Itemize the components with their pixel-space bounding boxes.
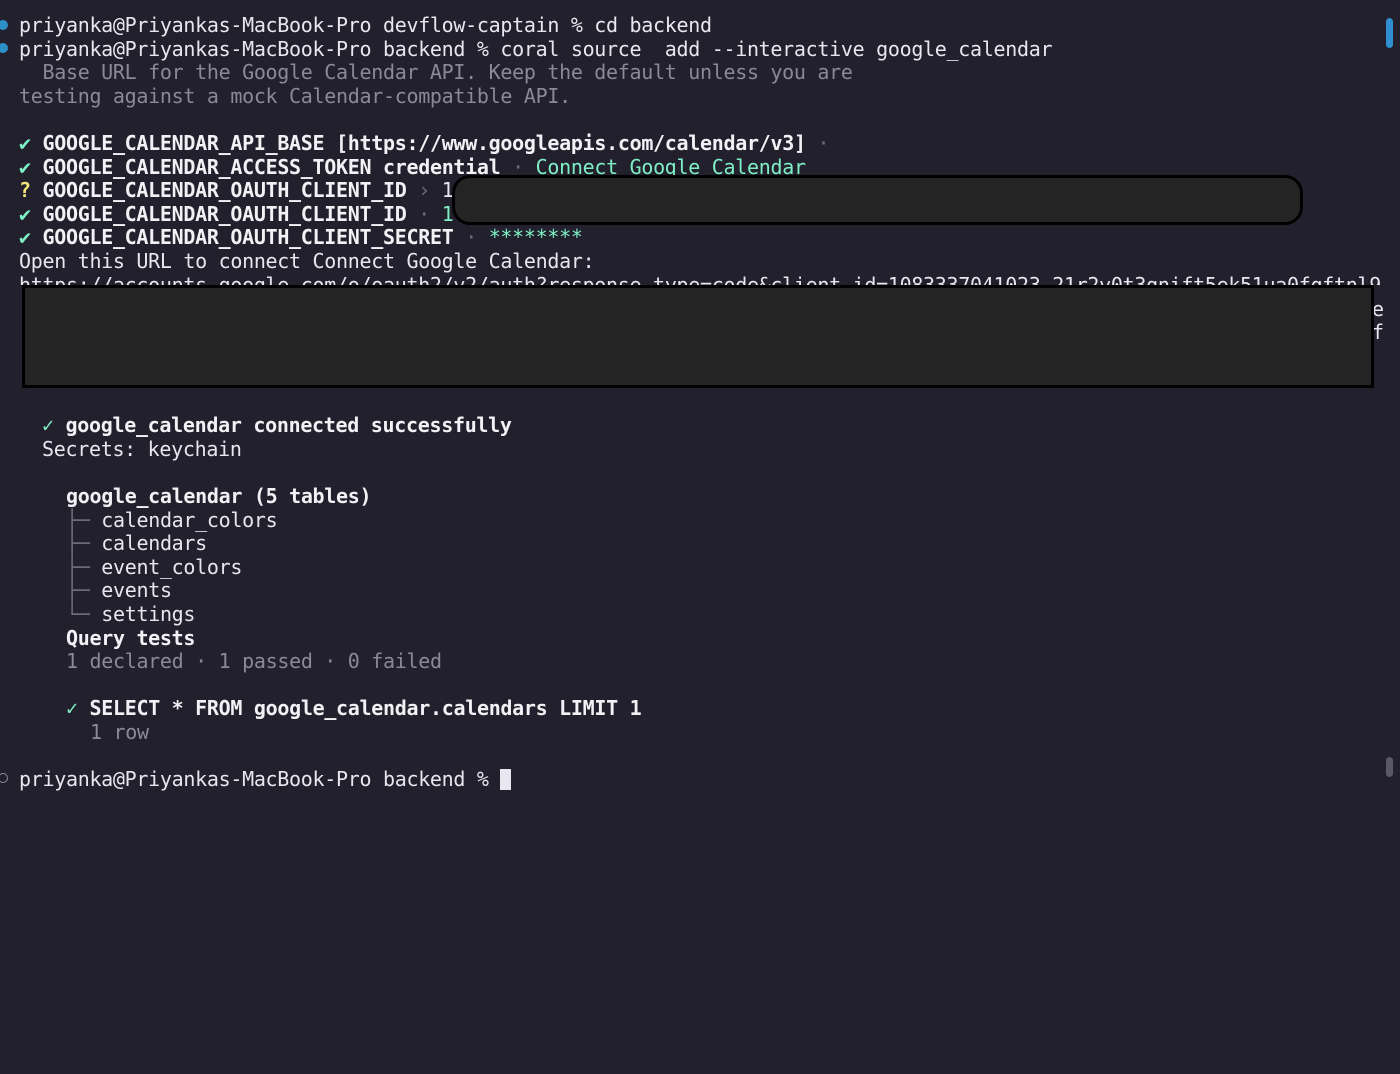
config-row-client-id: ✔ GOOGLE_CALENDAR_OAUTH_CLIENT_ID · 1 [19, 202, 454, 226]
config-key: GOOGLE_CALENDAR_OAUTH_CLIENT_ID [42, 202, 407, 226]
separator-dot: · [418, 202, 430, 226]
prompt-chevron-icon: › [418, 178, 430, 202]
oauth-url[interactable]: https://accounts.google.com/o/oauth2/v2/… [19, 273, 1385, 285]
scrollbar[interactable] [1384, 0, 1400, 1074]
config-key: GOOGLE_CALENDAR_API_BASE [42, 131, 325, 155]
success-text: google_calendar connected successfully [65, 413, 512, 437]
separator-dot: · [817, 131, 830, 155]
command-success-marker[interactable] [0, 43, 8, 53]
tree-branch: └─ [66, 602, 90, 626]
check-icon: ✔ [19, 131, 31, 155]
tree-branch: ├─ [66, 578, 90, 602]
separator-dot: · [465, 225, 477, 249]
tree-branch: ├─ [66, 531, 90, 555]
command-line: priyanka@Priyankas-MacBook-Pro devflow-c… [19, 13, 712, 37]
open-url-text: Open this URL to connect Connect Google … [19, 249, 595, 273]
hint-text: Base URL for the Google Calendar API. Ke… [19, 60, 853, 84]
success-message: ✓ google_calendar connected successfully [42, 413, 512, 437]
masked-secret: ******** [488, 225, 583, 249]
shell-prompt: priyanka@Priyankas-MacBook-Pro backend % [19, 767, 501, 791]
check-icon: ✓ [66, 696, 78, 720]
table-name: calendars [101, 531, 207, 555]
hint-text: testing against a mock Calendar-compatib… [19, 84, 571, 108]
table-name: calendar_colors [101, 508, 278, 532]
table-tree-item: ├─ calendars [66, 531, 207, 555]
query-tests-summary: 1 declared · 1 passed · 0 failed [66, 649, 442, 673]
check-icon: ✔ [19, 225, 31, 249]
text-cursor [500, 769, 512, 790]
command-pending-marker[interactable] [0, 773, 8, 783]
redaction-box [452, 175, 1303, 225]
table-tree-item: └─ settings [66, 602, 195, 626]
config-key: GOOGLE_CALENDAR_OAUTH_CLIENT_SECRET [42, 225, 454, 249]
tables-header: google_calendar (5 tables) [66, 484, 372, 508]
table-tree-item: ├─ events [66, 578, 172, 602]
config-key: GOOGLE_CALENDAR_OAUTH_CLIENT_ID [42, 178, 407, 202]
table-name: event_colors [101, 555, 243, 579]
command-success-marker[interactable] [0, 20, 8, 30]
tree-branch: ├─ [66, 508, 90, 532]
table-name: events [101, 578, 172, 602]
tree-branch: ├─ [66, 555, 90, 579]
check-icon: ✓ [42, 413, 54, 437]
config-key: GOOGLE_CALENDAR_ACCESS_TOKEN credential [42, 155, 501, 179]
terminal-window[interactable]: priyanka@Priyankas-MacBook-Pro devflow-c… [0, 0, 1384, 1074]
config-row-client-secret: ✔ GOOGLE_CALENDAR_OAUTH_CLIENT_SECRET · … [19, 225, 583, 249]
question-icon: ? [19, 178, 31, 202]
check-icon: ✔ [19, 155, 31, 179]
secrets-info: Secrets: keychain [42, 437, 242, 461]
table-tree-item: ├─ event_colors [66, 555, 242, 579]
command-line: priyanka@Priyankas-MacBook-Pro backend %… [19, 37, 1053, 61]
query-row-count: 1 row [90, 720, 149, 744]
redaction-box [22, 285, 1374, 388]
table-name: settings [101, 602, 196, 626]
scrollbar-thumb[interactable] [1386, 757, 1393, 777]
query-text: SELECT * FROM google_calendar.calendars … [89, 696, 642, 720]
final-prompt-line[interactable]: priyanka@Priyankas-MacBook-Pro backend % [19, 767, 512, 791]
query-tests-header: Query tests [66, 626, 196, 650]
config-row-api-base: ✔ GOOGLE_CALENDAR_API_BASE [https://www.… [19, 131, 829, 155]
check-icon: ✔ [19, 202, 31, 226]
table-tree-item: ├─ calendar_colors [66, 508, 278, 532]
query-test-result: ✓ SELECT * FROM google_calendar.calendar… [66, 696, 642, 720]
config-value: [https://www.googleapis.com/calendar/v3] [336, 131, 806, 155]
scrollbar-thumb-top[interactable] [1386, 18, 1393, 48]
config-row-client-id-prompt: ? GOOGLE_CALENDAR_OAUTH_CLIENT_ID › 1 [19, 178, 454, 202]
